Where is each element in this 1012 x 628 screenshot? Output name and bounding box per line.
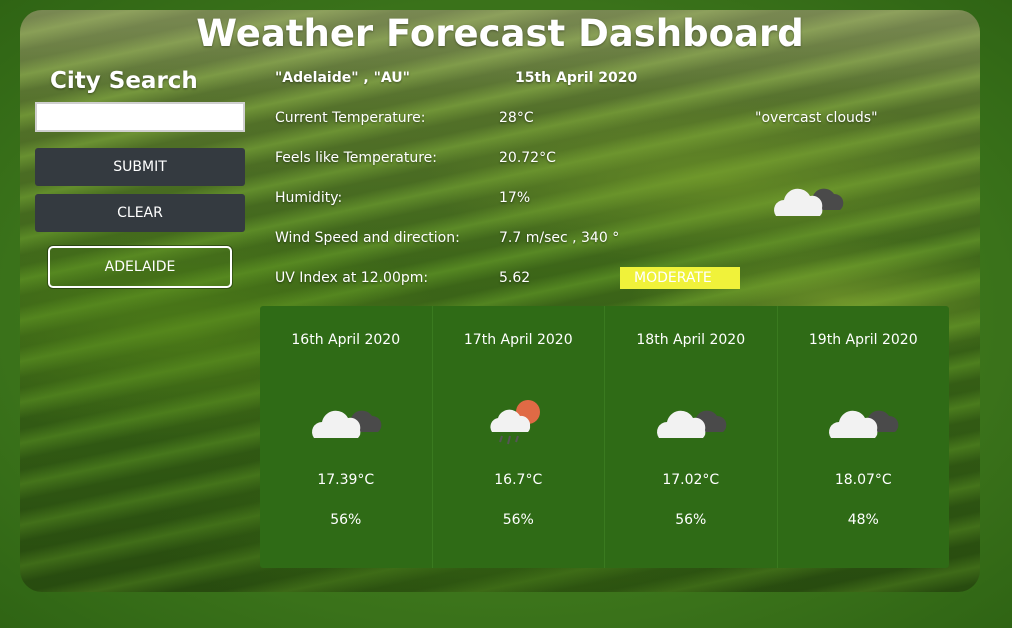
forecast-date: 17th April 2020 — [463, 332, 573, 348]
overcast-clouds-icon — [311, 410, 382, 438]
forecast-temp: 18.07°C — [834, 472, 892, 488]
forecast-panel: 16th April 2020 17.39°C 56% 17th April 2… — [260, 306, 949, 568]
city-search-heading: City Search — [50, 68, 198, 94]
forecast-humidity: 56% — [675, 512, 707, 528]
forecast-day-card: 18th April 2020 17.02°C 56% — [605, 306, 778, 568]
wind-label: Wind Speed and direction: — [275, 230, 460, 246]
humidity-label: Humidity: — [275, 190, 343, 206]
forecast-date: 19th April 2020 — [808, 332, 918, 348]
overcast-clouds-icon — [829, 410, 899, 438]
forecast-temp: 17.39°C — [317, 472, 375, 488]
overcast-clouds-icon — [774, 188, 844, 216]
forecast-temp: 17.02°C — [662, 472, 720, 488]
history-city-button[interactable]: ADELAIDE — [48, 246, 232, 288]
uv-label: UV Index at 12.00pm: — [275, 270, 429, 286]
current-location: "Adelaide" , "AU" — [275, 70, 410, 86]
forecast-day-card: 19th April 2020 18.07°C 48% — [778, 306, 950, 568]
forecast-humidity: 56% — [330, 512, 362, 528]
feels-like-value: 20.72°C — [499, 150, 556, 166]
clear-button[interactable]: CLEAR — [35, 194, 245, 232]
page-title: Weather Forecast Dashboard — [196, 12, 804, 55]
forecast-humidity: 56% — [502, 512, 534, 528]
forecast-date: 16th April 2020 — [291, 332, 401, 348]
current-date: 15th April 2020 — [515, 70, 638, 86]
current-temp-label: Current Temperature: — [275, 110, 426, 126]
forecast-humidity: 48% — [847, 512, 879, 528]
uv-status-badge: MODERATE — [620, 267, 740, 289]
current-temp-value: 28°C — [499, 110, 534, 126]
sun-cloud-rain-icon — [490, 400, 541, 445]
humidity-value: 17% — [499, 190, 531, 206]
forecast-date: 18th April 2020 — [636, 332, 746, 348]
uv-value: 5.62 — [499, 270, 531, 286]
wind-value: 7.7 m/sec , 340 ° — [499, 230, 620, 246]
feels-like-label: Feels like Temperature: — [275, 150, 437, 166]
overcast-clouds-icon — [656, 410, 727, 438]
submit-button[interactable]: SUBMIT — [35, 148, 245, 186]
weather-description: "overcast clouds" — [755, 110, 878, 126]
forecast-day-card: 17th April 2020 16.7°C 56% — [433, 306, 605, 568]
forecast-day-card: 16th April 2020 17.39°C 56% — [260, 306, 433, 568]
city-search-input[interactable] — [35, 102, 245, 132]
forecast-temp: 16.7°C — [494, 472, 543, 488]
